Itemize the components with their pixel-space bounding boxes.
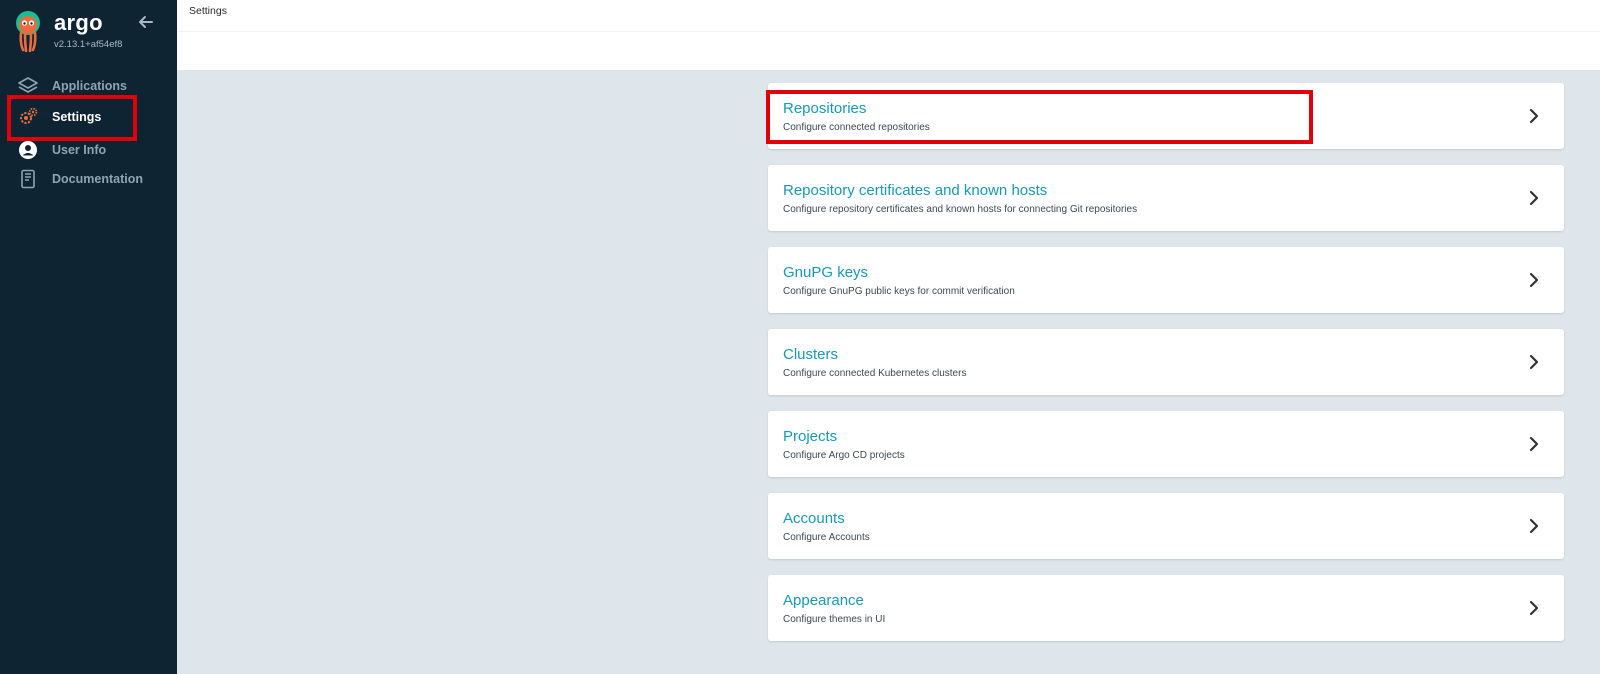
settings-card-accounts[interactable]: Accounts Configure Accounts (768, 493, 1564, 559)
settings-card-clusters[interactable]: Clusters Configure connected Kubernetes … (768, 329, 1564, 395)
settings-card-gnupg-keys[interactable]: GnuPG keys Configure GnuPG public keys f… (768, 247, 1564, 313)
settings-card-projects[interactable]: Projects Configure Argo CD projects (768, 411, 1564, 477)
card-title: Clusters (783, 346, 839, 363)
sidebar-item-label: Settings (52, 110, 102, 124)
card-title: GnuPG keys (783, 264, 869, 281)
collapse-sidebar-button[interactable] (136, 12, 156, 32)
card-title: Appearance (783, 592, 864, 609)
chevron-right-icon (1529, 190, 1539, 206)
card-description: Configure repository certificates and kn… (783, 204, 1138, 215)
sidebar-item-user-info[interactable]: User Info (0, 136, 177, 164)
gears-icon (17, 106, 39, 128)
user-circle-icon (17, 139, 39, 161)
sidebar-item-label: Documentation (52, 172, 143, 186)
chevron-right-icon (1529, 108, 1539, 124)
card-title: Repository certificates and known hosts (783, 182, 1048, 199)
settings-card-certificates[interactable]: Repository certificates and known hosts … (768, 165, 1564, 231)
chevron-right-icon (1529, 354, 1539, 370)
sidebar: argo v2.13.1+af54ef8 Applications Settin… (0, 0, 177, 674)
card-description: Configure connected repositories (783, 122, 930, 133)
card-title: Accounts (783, 510, 845, 527)
settings-card-appearance[interactable]: Appearance Configure themes in UI (768, 575, 1564, 641)
layers-icon (17, 75, 39, 97)
card-description: Configure Accounts (783, 532, 870, 543)
card-title: Projects (783, 428, 838, 445)
settings-card-repositories[interactable]: Repositories Configure connected reposit… (768, 83, 1564, 149)
sidebar-item-settings[interactable]: Settings (0, 103, 177, 131)
sidebar-item-label: User Info (52, 143, 107, 157)
toolbar (177, 31, 1600, 70)
card-description: Configure themes in UI (783, 614, 886, 625)
sidebar-item-applications[interactable]: Applications (0, 72, 177, 100)
sidebar-item-documentation[interactable]: Documentation (0, 165, 177, 193)
page-title: Settings (189, 5, 227, 17)
arrow-left-icon (139, 16, 153, 28)
chevron-right-icon (1529, 272, 1539, 288)
card-description: Configure Argo CD projects (783, 450, 905, 461)
book-icon (17, 168, 39, 190)
sidebar-item-label: Applications (52, 79, 128, 93)
top-bar: Settings (177, 0, 1600, 31)
chevron-right-icon (1529, 436, 1539, 452)
chevron-right-icon (1529, 600, 1539, 616)
brand-name: argo (54, 10, 103, 35)
card-description: Configure GnuPG public keys for commit v… (783, 286, 1015, 297)
card-description: Configure connected Kubernetes clusters (783, 368, 967, 379)
argo-logo-icon (12, 10, 44, 53)
chevron-right-icon (1529, 518, 1539, 534)
version-label: v2.13.1+af54ef8 (54, 39, 123, 50)
card-title: Repositories (783, 100, 867, 117)
